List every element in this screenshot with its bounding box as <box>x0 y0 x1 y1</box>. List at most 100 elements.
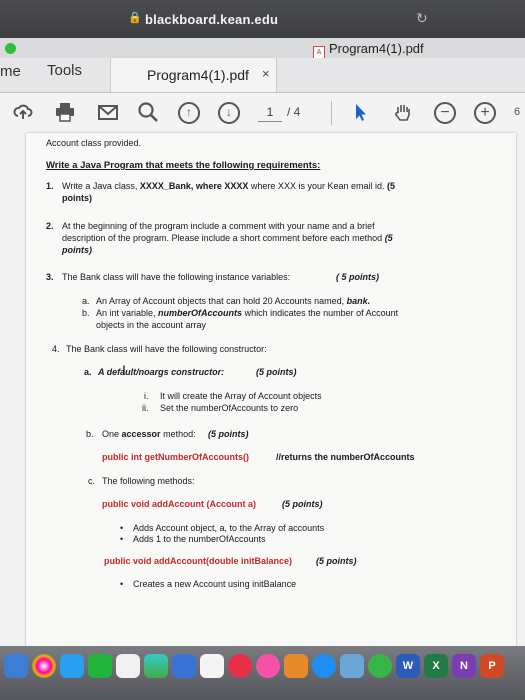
req4-c-bullet1: Adds Account object, a, to the Array of … <box>133 523 325 533</box>
req2-points: (5 <box>384 233 393 243</box>
req4-text: The Bank class will have the following c… <box>66 344 267 354</box>
req3-a-bold: bank. <box>346 296 371 306</box>
next-page-icon[interactable]: ↓ <box>218 102 240 124</box>
chrome-icon[interactable] <box>368 654 392 678</box>
req4-aii-label: ii. <box>142 403 149 413</box>
section-heading: Write a Java Program that meets the foll… <box>46 160 321 171</box>
req4-b-comment: //returns the numberOfAccounts <box>276 452 415 462</box>
req2-line2: description of the program. Please inclu… <box>62 233 393 243</box>
notes-icon[interactable] <box>116 654 140 678</box>
req4-a-text: A default/noargs constructor: <box>98 367 225 377</box>
req4-c-text: The following methods: <box>102 476 195 486</box>
close-tab-button[interactable]: × <box>262 66 270 81</box>
req4-ai-label: i. <box>144 391 149 401</box>
lock-icon: 🔒 <box>128 12 142 24</box>
req3-b-line2: objects in the account array <box>96 320 207 330</box>
search-icon[interactable] <box>137 101 159 123</box>
powerpoint-icon[interactable]: P <box>480 654 504 678</box>
pdf-toolbar: ↑ ↓ 1 / 4 − + 6 <box>0 93 525 134</box>
req1-number: 1. <box>46 181 54 191</box>
app-store-icon[interactable] <box>312 654 336 678</box>
toolbar-divider <box>331 101 332 125</box>
req4-c-code2: public void addAccount(double initBalanc… <box>104 556 293 566</box>
req3-b-text: An int variable, numberOfAccounts which … <box>96 308 398 318</box>
req4-b-points: (5 points) <box>208 429 249 439</box>
req3-b-label: b. <box>82 308 90 318</box>
req4-b-text: One accessor method: <box>102 429 196 439</box>
books-icon[interactable] <box>284 654 308 678</box>
req3-points: ( 5 points) <box>336 272 379 282</box>
req4-number: 4. <box>52 344 60 354</box>
finder-icon[interactable] <box>4 654 28 678</box>
music-icon[interactable] <box>256 654 280 678</box>
page-total: / 4 <box>287 105 301 119</box>
intro-text: Account class provided. <box>46 138 142 148</box>
req4-c-points1: (5 points) <box>282 499 323 509</box>
req4-c-points2: (5 points) <box>316 556 357 566</box>
tab-tools[interactable]: Tools <box>47 62 82 79</box>
excel-icon[interactable]: X <box>424 654 448 678</box>
req3-b-pre: An int variable, <box>96 308 159 318</box>
facetime-icon[interactable] <box>88 654 112 678</box>
select-cursor-icon[interactable] <box>349 101 371 123</box>
req1-points: (5 <box>387 181 396 191</box>
document-viewport[interactable]: Account class provided. Write a Java Pro… <box>0 133 525 646</box>
req4-c-bullet2: Adds 1 to the numberOfAccounts <box>133 534 266 544</box>
bullet-icon: • <box>120 523 124 533</box>
req3-b-post: which indicates the number of Account <box>242 308 399 318</box>
req1-line1: Write a Java class, XXXX_Bank, where XXX… <box>62 181 395 191</box>
req2-line1: At the beginning of the program include … <box>62 221 375 231</box>
req4-a-label: a. <box>84 367 92 377</box>
browser-address-bar[interactable]: 🔒 blackboard.kean.edu ↻ <box>0 0 525 38</box>
req4-b-label: b. <box>86 429 94 439</box>
word-icon[interactable]: W <box>396 654 420 678</box>
req3-b-bold: numberOfAccounts <box>158 308 243 318</box>
req1-post: where XXX is your Kean email id. <box>248 181 387 191</box>
req4-b-code: public int getNumberOfAccounts() <box>102 452 249 462</box>
req3-a-label: a. <box>82 296 90 306</box>
req4-ai-text: It will create the Array of Account obje… <box>160 391 322 401</box>
print-icon[interactable] <box>54 101 76 123</box>
onenote-icon[interactable]: N <box>452 654 476 678</box>
photos-icon[interactable] <box>32 654 56 678</box>
system-preferences-icon[interactable] <box>340 654 364 678</box>
req4-b-pre: One <box>102 429 122 439</box>
calendar-icon[interactable] <box>200 654 224 678</box>
upload-cloud-icon[interactable] <box>12 101 34 123</box>
numbers-icon[interactable] <box>144 654 168 678</box>
dock: W X N P <box>0 646 525 700</box>
toolbar-edge-label: 6 <box>514 106 521 118</box>
acrobat-tabs: me Tools Program4(1).pdf × <box>0 58 525 93</box>
keynote-icon[interactable] <box>172 654 196 678</box>
window-title-bar: A Program4(1).pdf <box>0 38 525 60</box>
req4-c-label: c. <box>88 476 96 486</box>
req1-pre: Write a Java class, <box>62 181 140 191</box>
req3-number: 3. <box>46 272 54 282</box>
req2-line2-text: description of the program. Please inclu… <box>62 233 385 243</box>
req3-text: The Bank class will have the following i… <box>62 272 291 282</box>
url-text[interactable]: blackboard.kean.edu <box>145 12 278 27</box>
email-icon[interactable] <box>97 101 119 123</box>
req4-aii-text: Set the numberOfAccounts to zero <box>160 403 299 413</box>
req4-b-bold: accessor <box>121 429 161 439</box>
req3-a-pre: An Array of Account objects that can hol… <box>96 296 347 306</box>
tab-home[interactable]: me <box>0 63 21 80</box>
window-zoom-button[interactable] <box>5 43 16 54</box>
block-icon[interactable] <box>228 654 252 678</box>
req2-line3: points) <box>62 245 92 255</box>
tab-document[interactable]: Program4(1).pdf × <box>110 58 277 92</box>
messages-icon[interactable] <box>60 654 84 678</box>
zoom-in-icon[interactable]: + <box>474 102 496 124</box>
req4-a-points: (5 points) <box>256 367 297 377</box>
tab-document-label: Program4(1).pdf <box>147 67 249 83</box>
page-number-input[interactable]: 1 <box>258 103 282 122</box>
previous-page-icon[interactable]: ↑ <box>178 102 200 124</box>
req1-class-name: XXXX_Bank, where XXXX <box>139 181 249 191</box>
hand-tool-icon[interactable] <box>392 101 414 123</box>
reload-icon[interactable]: ↻ <box>416 10 428 27</box>
zoom-out-icon[interactable]: − <box>434 102 456 124</box>
req3-a-text: An Array of Account objects that can hol… <box>96 296 370 306</box>
req4-b-post: method: <box>160 429 196 439</box>
req1-line2: points) <box>62 193 92 203</box>
screen: 🔒 blackboard.kean.edu ↻ A Program4(1).pdf… <box>0 0 525 700</box>
